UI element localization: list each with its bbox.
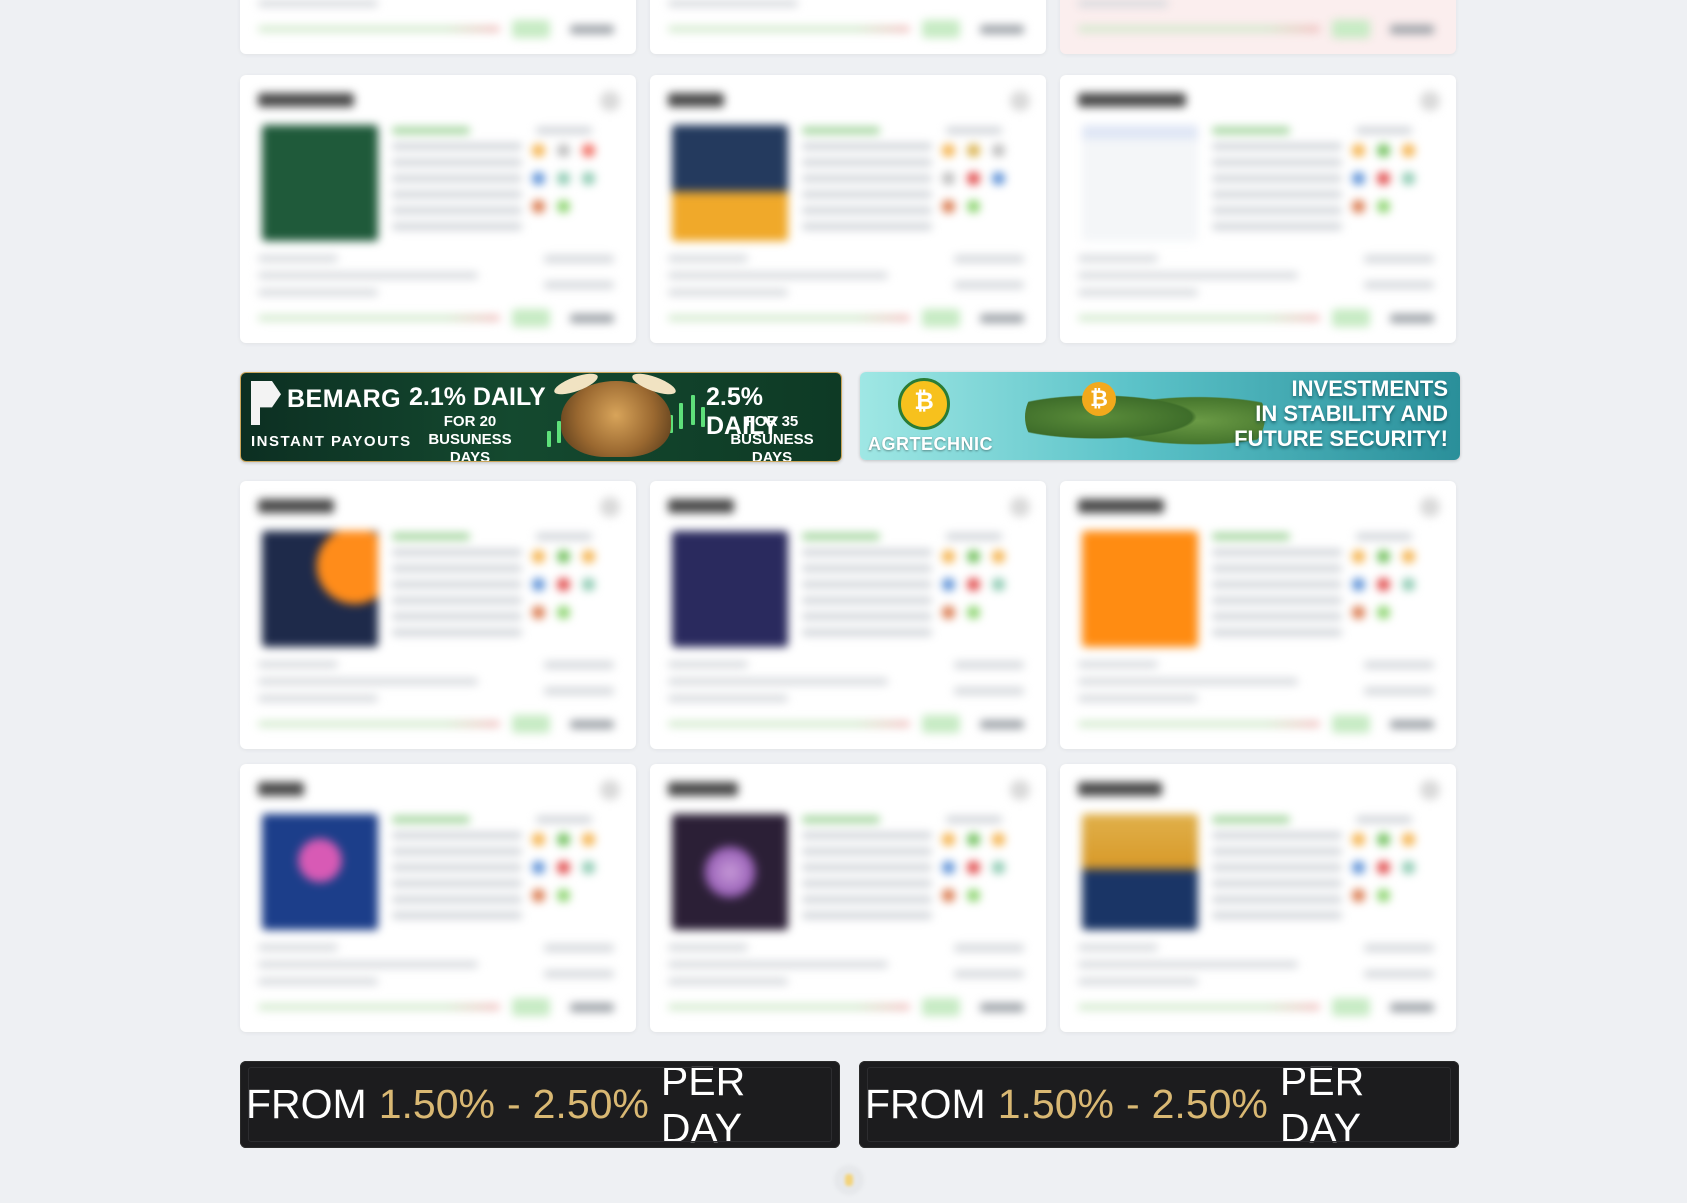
- card-row: [240, 481, 1458, 749]
- project-card[interactable]: [650, 0, 1046, 54]
- project-card[interactable]: [650, 75, 1046, 343]
- arrow-up-icon: [845, 1174, 853, 1186]
- project-card[interactable]: [1060, 0, 1456, 54]
- scroll-to-top-button[interactable]: [834, 1165, 864, 1195]
- project-thumbnail: [672, 125, 788, 241]
- project-thumbnail: [262, 125, 378, 241]
- project-card[interactable]: [1060, 481, 1456, 749]
- project-thumbnail: [672, 814, 788, 930]
- project-card[interactable]: [650, 764, 1046, 1032]
- rate-ad-banner-left[interactable]: FROM 1.50% - 2.50% PER DAY: [240, 1058, 840, 1151]
- bemarg-logo-icon: [251, 381, 281, 425]
- bitcoin-coin-icon: ₿: [898, 378, 950, 430]
- bemarg-offer1-terms: FOR 20 BUSUNESS DAYS: [428, 413, 512, 462]
- project-thumbnail: [1082, 531, 1198, 647]
- project-thumbnail: [1082, 814, 1198, 930]
- project-card[interactable]: [1060, 764, 1456, 1032]
- bemarg-offer1-rate: 2.1% DAILY: [409, 383, 546, 411]
- bemarg-tagline: INSTANT PAYOUTS: [251, 433, 412, 450]
- card-row: [240, 764, 1458, 1032]
- rate-ad-banner-right[interactable]: FROM 1.50% - 2.50% PER DAY: [859, 1058, 1459, 1151]
- bemarg-brand: BEMARG: [287, 385, 402, 413]
- project-card[interactable]: [240, 75, 636, 343]
- project-thumbnail: [262, 814, 378, 930]
- project-thumbnail: [672, 531, 788, 647]
- bemarg-offer2-terms: FOR 35 BUSUNESS DAYS: [730, 413, 814, 462]
- agrtechnic-slogan: INVESTMENTS IN STABILITY AND FUTURE SECU…: [1234, 376, 1448, 451]
- bemarg-ad-banner[interactable]: BEMARG INSTANT PAYOUTS 2.1% DAILY FOR 20…: [240, 372, 842, 462]
- project-card[interactable]: [650, 481, 1046, 749]
- bull-illustration: [561, 381, 671, 457]
- project-card[interactable]: [240, 0, 636, 54]
- agrtechnic-ad-banner[interactable]: ₿ AGRTECHNIC ₿ INVESTMENTS IN STABILITY …: [860, 372, 1460, 460]
- card-row: [240, 0, 1458, 54]
- card-row: [240, 75, 1458, 343]
- bitcoin-icon: ₿: [1082, 382, 1116, 416]
- project-card[interactable]: [1060, 75, 1456, 343]
- project-card[interactable]: [240, 481, 636, 749]
- project-thumbnail: [1082, 125, 1198, 241]
- agrtechnic-brand: AGRTECHNIC: [868, 434, 993, 454]
- project-card[interactable]: [240, 764, 636, 1032]
- project-thumbnail: [262, 531, 378, 647]
- infinity-road-illustration: [1025, 380, 1265, 454]
